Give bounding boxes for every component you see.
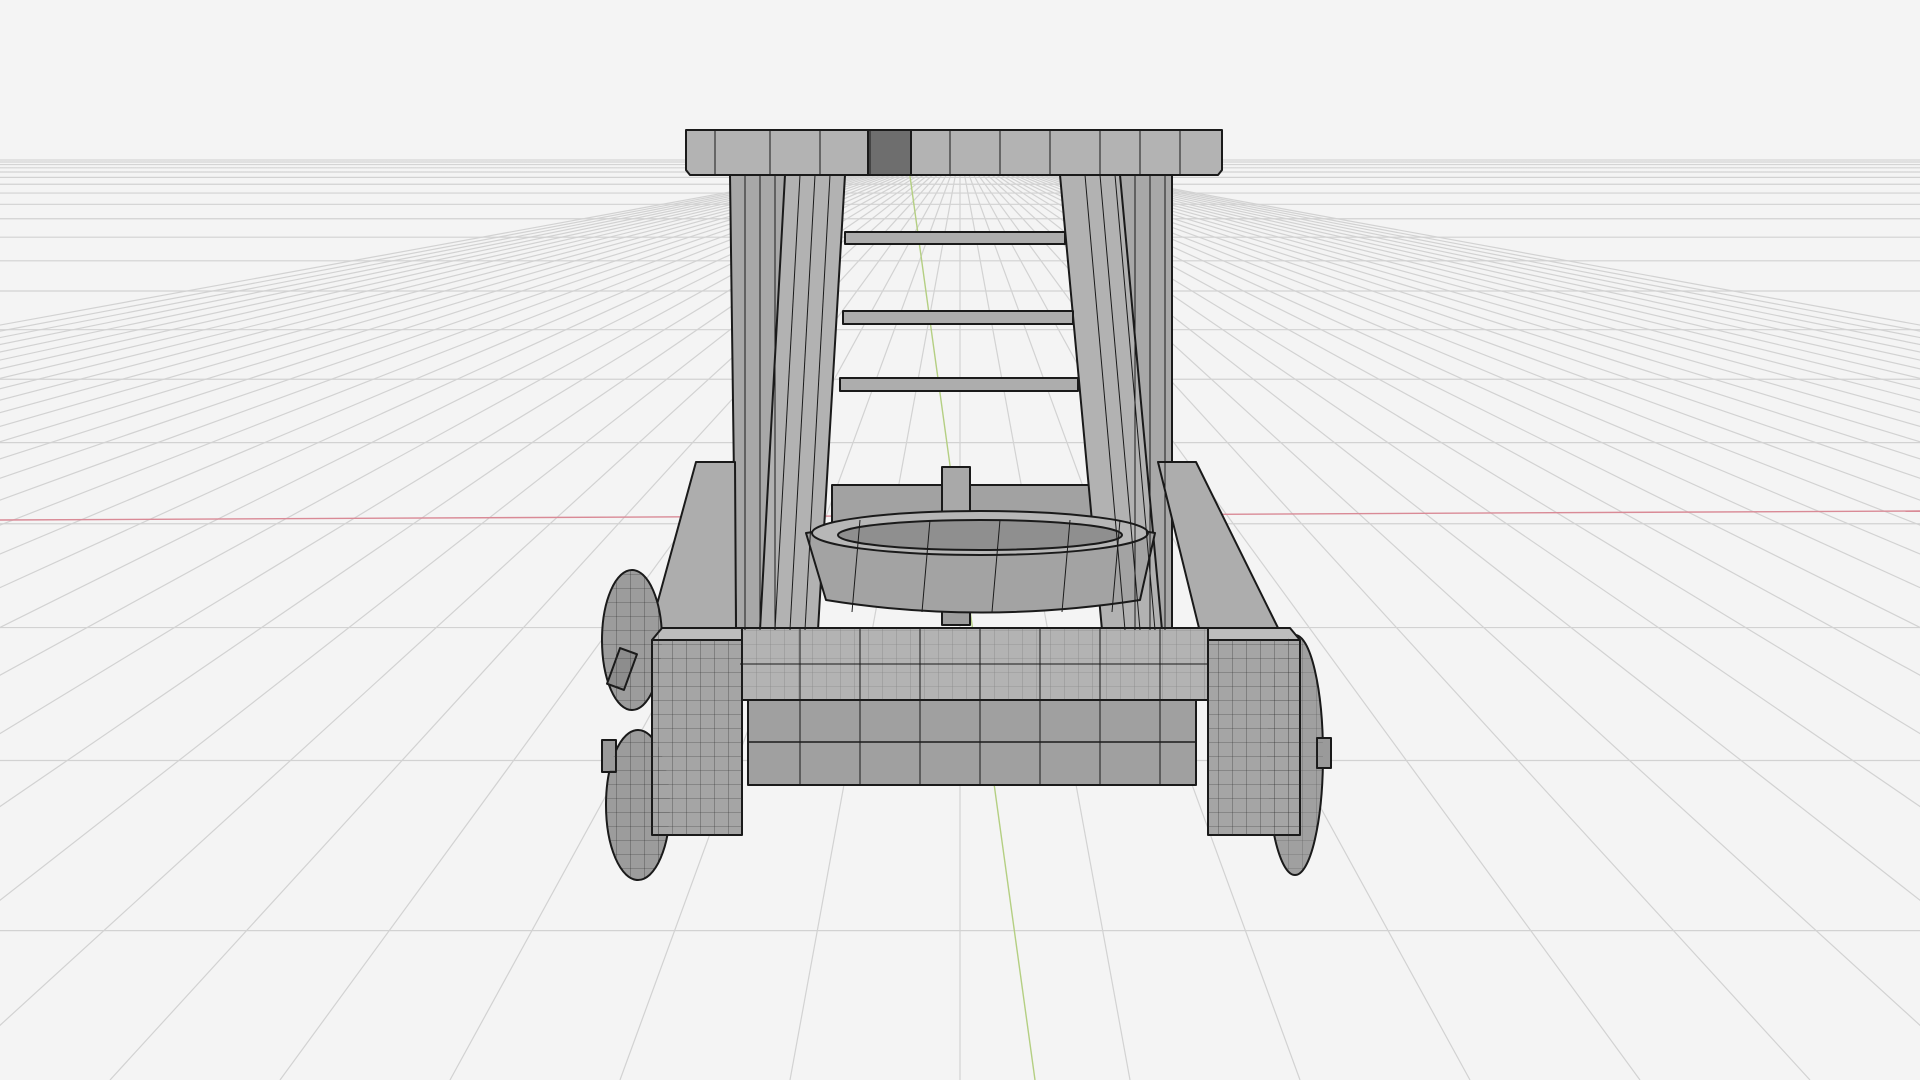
front-left-block-top <box>651 627 743 641</box>
grid-line <box>959 149 1641 1080</box>
ladder-rungs <box>839 231 1079 392</box>
arm-stub <box>941 466 971 516</box>
3d-viewport[interactable] <box>0 0 1920 1080</box>
right-side-rail <box>1157 461 1285 641</box>
left-side-rail <box>649 461 737 643</box>
bucket-inner <box>837 519 1123 551</box>
top-beam-strap <box>867 129 912 176</box>
front-right-block-top <box>1207 627 1301 641</box>
viewport-canvas <box>0 0 1920 1080</box>
top-beam <box>685 129 1223 176</box>
catapult-model <box>601 129 1332 881</box>
